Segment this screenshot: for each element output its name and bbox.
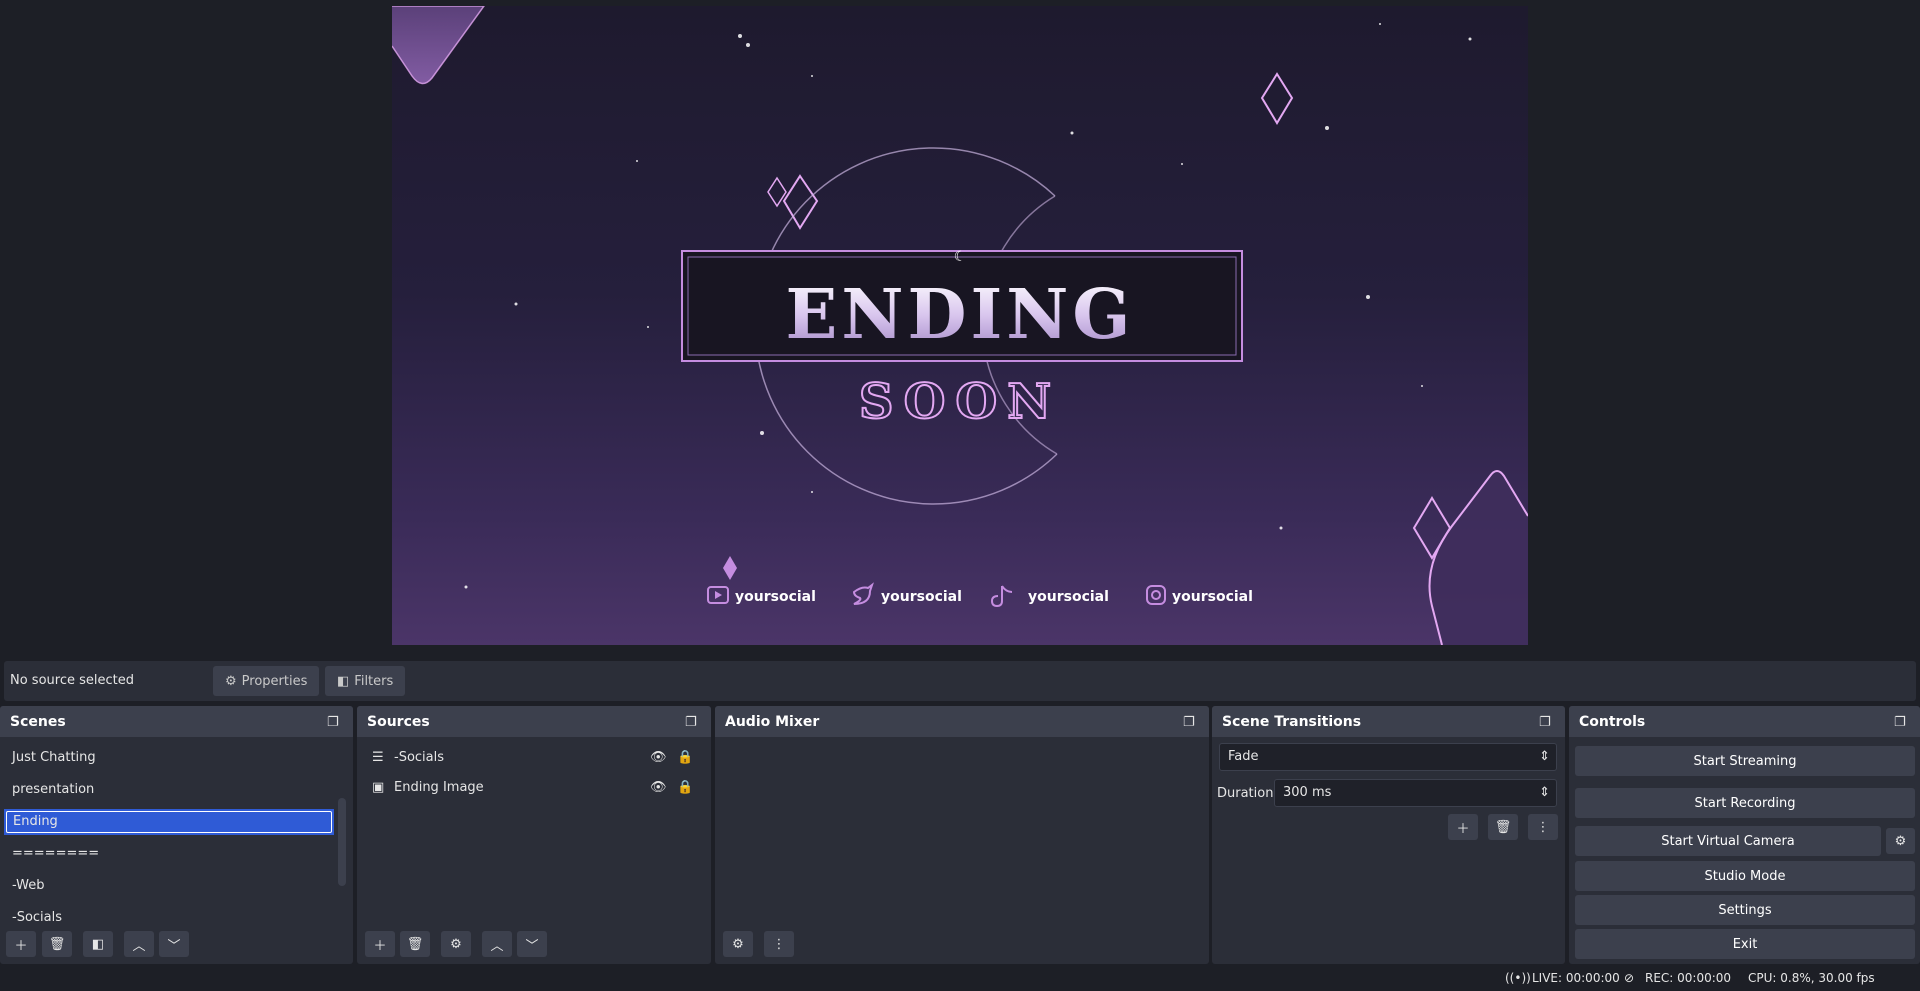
filters-icon: ◧ (337, 673, 350, 689)
live-status: LIVE: 00:00:00 (1532, 971, 1620, 985)
social-tiktok-handle: yoursocial (1028, 589, 1109, 605)
svg-text:☾: ☾ (954, 249, 967, 265)
move-source-up-button[interactable]: ︿ (482, 931, 512, 957)
filters-label: Filters (354, 673, 394, 689)
scene-item[interactable]: -Web (4, 873, 334, 899)
source-item[interactable]: ☰ -Socials 👁 🔒 (362, 743, 700, 771)
start-streaming-button[interactable]: Start Streaming (1575, 746, 1915, 776)
start-recording-button[interactable]: Start Recording (1575, 788, 1915, 818)
properties-button[interactable]: ⚙ Properties (213, 666, 320, 696)
image-icon: ▣ (372, 779, 385, 795)
chevron-up-icon: ︿ (132, 938, 146, 954)
audio-menu-button[interactable]: ⋮ (764, 931, 794, 957)
scene-item[interactable]: ======== (4, 841, 334, 867)
lock-icon[interactable]: 🔒 (677, 780, 693, 795)
gears-icon: ⚙ (732, 936, 744, 952)
preview-artwork: ☾ ENDING SOON yoursocial yoursocial your… (392, 6, 1528, 645)
scenes-scrollbar[interactable] (338, 798, 346, 886)
trash-icon: 🗑 (406, 936, 424, 952)
remove-source-button[interactable]: 🗑 (400, 931, 430, 957)
kebab-menu-icon: ⋮ (772, 936, 786, 952)
scene-item-selected[interactable]: Ending (4, 809, 334, 835)
scene-filters-button[interactable]: ◧ (83, 931, 113, 957)
eye-icon[interactable]: 👁 (650, 750, 667, 765)
transition-menu-button[interactable]: ⋮ (1528, 814, 1558, 840)
virtual-camera-settings-button[interactable]: ⚙ (1886, 828, 1915, 854)
plus-icon: ＋ (14, 938, 28, 954)
settings-button[interactable]: Settings (1575, 895, 1915, 925)
sources-title: Sources (367, 713, 430, 730)
add-source-button[interactable]: ＋ (365, 931, 395, 957)
move-scene-down-button[interactable]: ﹀ (159, 931, 189, 957)
source-toolbar: No source selected ⚙ Properties ◧ Filter… (4, 661, 1916, 701)
add-transition-button[interactable]: ＋ (1448, 814, 1478, 840)
controls-dock-header: Controls ❐ (1569, 706, 1920, 737)
move-scene-up-button[interactable]: ︿ (124, 931, 154, 957)
scenes-dock-header: Scenes ❐ (0, 706, 353, 737)
source-status-label: No source selected (10, 673, 134, 688)
scene-item[interactable]: Just Chatting (4, 745, 334, 771)
exit-button[interactable]: Exit (1575, 929, 1915, 959)
scenes-title: Scenes (10, 713, 66, 730)
kebab-menu-icon: ⋮ (1536, 819, 1550, 835)
filters-button[interactable]: ◧ Filters (325, 666, 406, 696)
controls-title: Controls (1579, 713, 1646, 730)
gear-icon: ⚙ (450, 936, 462, 952)
social-youtube-handle: yoursocial (735, 589, 816, 605)
duration-label: Duration (1217, 786, 1274, 801)
rec-status: REC: 00:00:00 (1645, 971, 1732, 985)
plus-icon: ＋ (1456, 821, 1470, 837)
sources-dock-header: Sources ❐ (357, 706, 711, 737)
source-item[interactable]: ▣ Ending Image 👁 🔒 (362, 773, 700, 801)
preview-area: ☾ ENDING SOON yoursocial yoursocial your… (0, 0, 1920, 650)
duration-spinbox[interactable]: 300 ms ⇕ (1274, 779, 1557, 807)
chevron-down-icon: ﹀ (167, 938, 181, 954)
audio-advanced-button[interactable]: ⚙ (723, 931, 753, 957)
undock-icon[interactable]: ❐ (1183, 715, 1199, 730)
audio-mixer-dock: Audio Mixer ❐ (715, 706, 1209, 964)
filters-icon: ◧ (91, 936, 105, 952)
live-signal-icon: ((•)) (1505, 971, 1531, 985)
source-properties-button[interactable]: ⚙ (441, 931, 471, 957)
add-scene-button[interactable]: ＋ (6, 931, 36, 957)
status-bar: ((•)) LIVE: 00:00:00 ⊘ REC: 00:00:00 CPU… (0, 966, 1920, 991)
preview-subline: SOON (859, 374, 1061, 430)
audio-mixer-title: Audio Mixer (725, 713, 820, 730)
program-preview[interactable]: ☾ ENDING SOON yoursocial yoursocial your… (392, 6, 1528, 645)
group-list-icon: ☰ (372, 749, 384, 765)
undock-icon[interactable]: ❐ (1894, 715, 1910, 730)
spin-arrows-icon: ⇕ (1539, 785, 1550, 800)
transition-select[interactable]: Fade ⇕ (1219, 743, 1557, 771)
chevron-down-icon: ﹀ (525, 938, 539, 954)
chevron-up-icon: ︿ (490, 938, 504, 954)
properties-label: Properties (241, 673, 308, 689)
scene-item[interactable]: -Socials (4, 905, 334, 931)
audio-mixer-dock-header: Audio Mixer ❐ (715, 706, 1209, 737)
scene-transitions-title: Scene Transitions (1222, 713, 1362, 730)
studio-mode-button[interactable]: Studio Mode (1575, 861, 1915, 891)
start-virtual-camera-button[interactable]: Start Virtual Camera (1575, 826, 1881, 856)
undock-icon[interactable]: ❐ (1539, 715, 1555, 730)
scene-transitions-dock-header: Scene Transitions ❐ (1212, 706, 1565, 737)
gear-icon: ⚙ (225, 673, 237, 689)
undock-icon[interactable]: ❐ (327, 715, 343, 730)
cpu-status: CPU: 0.8%, 30.00 fps (1748, 971, 1875, 985)
remove-transition-button[interactable]: 🗑 (1488, 814, 1518, 840)
eye-icon[interactable]: 👁 (650, 780, 667, 795)
gear-icon: ⚙ (1894, 833, 1907, 849)
chevron-updown-icon: ⇕ (1539, 749, 1550, 764)
trash-icon: 🗑 (48, 936, 66, 952)
scene-item[interactable]: presentation (4, 777, 334, 803)
undock-icon[interactable]: ❐ (685, 715, 701, 730)
lock-icon[interactable]: 🔒 (677, 750, 693, 765)
trash-icon: 🗑 (1494, 819, 1512, 835)
recording-icon: ⊘ (1624, 971, 1635, 985)
preview-headline: ENDING (786, 275, 1135, 355)
social-instagram-handle: yoursocial (1172, 589, 1253, 605)
remove-scene-button[interactable]: 🗑 (42, 931, 72, 957)
plus-icon: ＋ (373, 938, 387, 954)
move-source-down-button[interactable]: ﹀ (517, 931, 547, 957)
social-twitter-handle: yoursocial (881, 589, 962, 605)
